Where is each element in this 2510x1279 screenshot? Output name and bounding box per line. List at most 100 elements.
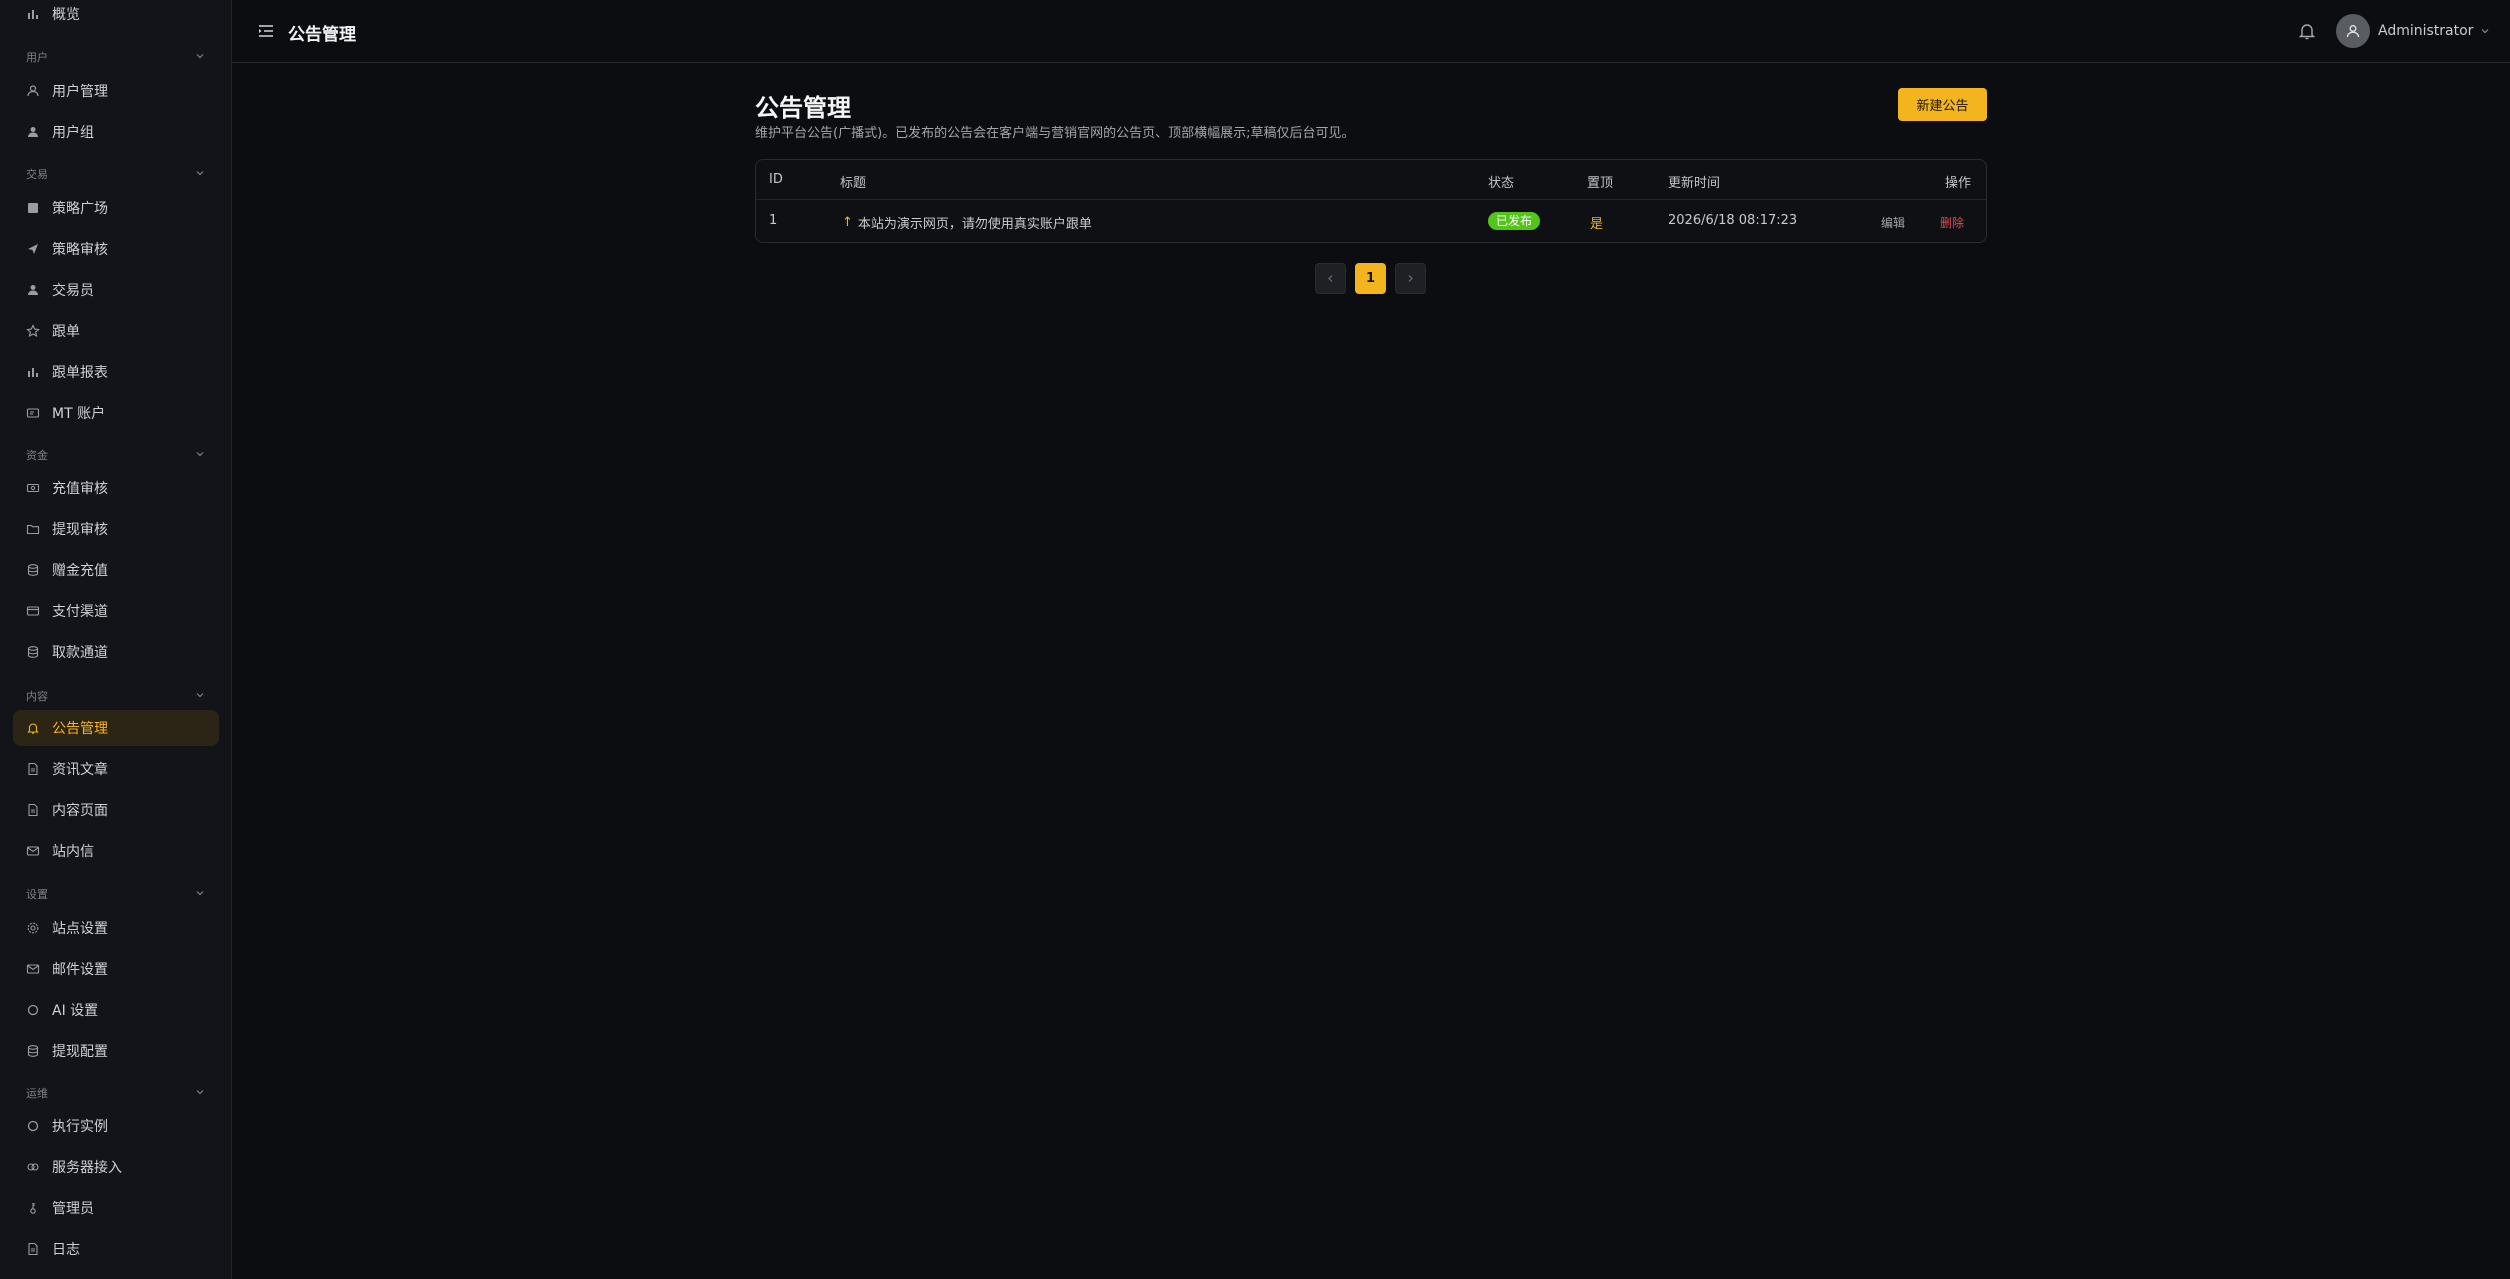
- sidebar-item-strategy-review[interactable]: 策略审核: [13, 231, 219, 267]
- sidebar-item-mt-accounts[interactable]: MT 账户: [13, 395, 219, 431]
- user-icon: [2346, 25, 2360, 38]
- sidebar-item-articles[interactable]: 资讯文章: [13, 751, 219, 787]
- section-label: 资金: [26, 449, 48, 462]
- chevron-down-icon: [194, 689, 206, 704]
- sidebar-item-label: 执行实例: [52, 1119, 108, 1135]
- sidebar-item-payment-channels[interactable]: 支付渠道: [13, 593, 219, 629]
- section-label: 交易: [26, 168, 48, 181]
- user-group-icon: [26, 125, 40, 139]
- link-icon: [26, 1160, 40, 1174]
- page-title: 公告管理: [755, 94, 851, 122]
- sidebar-item-deposit-review[interactable]: 充值审核: [13, 470, 219, 506]
- key-icon: [26, 1201, 40, 1215]
- sidebar-item-label: MT 账户: [52, 406, 106, 422]
- document-icon: [26, 1242, 40, 1256]
- sidebar-item-withdraw-config[interactable]: 提现配置: [13, 1033, 219, 1069]
- top-header: 公告管理 Administrator: [232, 0, 2510, 63]
- sidebar-item-mail-settings[interactable]: 邮件设置: [13, 951, 219, 987]
- sidebar-item-strategy-plaza[interactable]: 策略广场: [13, 190, 219, 226]
- sidebar-item-label: 跟单: [52, 324, 80, 340]
- cell-id: 1: [769, 213, 778, 228]
- sidebar-item-server-access[interactable]: 服务器接入: [13, 1149, 219, 1185]
- bell-icon: [26, 721, 40, 735]
- sidebar-item-announcements[interactable]: 公告管理: [13, 710, 219, 746]
- database-icon: [26, 645, 40, 659]
- pagination-prev-button[interactable]: [1315, 263, 1346, 294]
- sidebar-section-funds[interactable]: 资金: [26, 447, 206, 463]
- edit-link[interactable]: 编辑: [1881, 214, 1905, 231]
- sidebar-item-bonus-deposit[interactable]: 赠金充值: [13, 552, 219, 588]
- sidebar-item-label: 策略审核: [52, 242, 108, 258]
- sidebar-item-label: 用户管理: [52, 84, 108, 100]
- circle-icon: [26, 1119, 40, 1133]
- sidebar-item-label: AI 设置: [52, 1003, 99, 1019]
- sidebar-item-copy-report[interactable]: 跟单报表: [13, 354, 219, 390]
- sidebar-item-withdraw-review[interactable]: 提现审核: [13, 511, 219, 547]
- sidebar-item-label: 提现审核: [52, 522, 108, 538]
- sidebar-item-overview[interactable]: 概览: [13, 0, 219, 32]
- sidebar-item-messages[interactable]: 站内信: [13, 833, 219, 869]
- pagination-next-button[interactable]: [1395, 263, 1426, 294]
- section-label: 内容: [26, 690, 48, 703]
- sidebar-item-admins[interactable]: 管理员: [13, 1190, 219, 1226]
- sidebar-item-logs[interactable]: 日志: [13, 1231, 219, 1267]
- pinned-arrow-icon: ↑: [842, 215, 853, 230]
- bar-chart-icon: [26, 7, 40, 21]
- book-icon: [26, 201, 40, 215]
- sidebar-item-traders[interactable]: 交易员: [13, 272, 219, 308]
- money-icon: [26, 481, 40, 495]
- mail-icon: [26, 962, 40, 976]
- sidebar-item-label: 管理员: [52, 1201, 94, 1217]
- section-label: 用户: [26, 51, 48, 64]
- new-announcement-button[interactable]: 新建公告: [1898, 88, 1987, 121]
- send-icon: [26, 242, 40, 256]
- header-title: 公告管理: [288, 25, 356, 45]
- user-menu[interactable]: Administrator: [2336, 14, 2491, 48]
- sidebar-item-label: 用户组: [52, 125, 94, 141]
- sidebar-item-content-pages[interactable]: 内容页面: [13, 792, 219, 828]
- column-header-actions: 操作: [1945, 176, 1972, 191]
- status-badge: 已发布: [1488, 212, 1541, 230]
- sidebar-item-label: 资讯文章: [52, 762, 108, 778]
- sidebar-item-site-settings[interactable]: 站点设置: [13, 910, 219, 946]
- delete-link[interactable]: 删除: [1940, 214, 1964, 231]
- chevron-down-icon: [194, 887, 206, 902]
- column-header-title: 标题: [840, 176, 867, 191]
- avatar[interactable]: [2336, 14, 2370, 48]
- sidebar-item-ai-settings[interactable]: AI 设置: [13, 992, 219, 1028]
- chevron-down-icon: [194, 167, 206, 182]
- page-description: 维护平台公告(广播式)。已发布的公告会在客户端与营销官网的公告页、顶部横幅展示;…: [755, 126, 1355, 141]
- star-icon: [26, 324, 40, 338]
- sidebar-section-ops[interactable]: 运维: [26, 1085, 206, 1101]
- pagination-page-current[interactable]: 1: [1355, 263, 1386, 294]
- sidebar-item-label: 日志: [52, 1242, 80, 1258]
- section-label: 设置: [26, 888, 48, 901]
- menu-icon[interactable]: [256, 21, 276, 41]
- sidebar-item-label: 跟单报表: [52, 365, 108, 381]
- notification-bell-icon[interactable]: [2297, 21, 2317, 41]
- sidebar-item-copy-trading[interactable]: 跟单: [13, 313, 219, 349]
- sidebar-item-label: 内容页面: [52, 803, 108, 819]
- cell-status: 已发布: [1488, 212, 1541, 230]
- sidebar-section-settings[interactable]: 设置: [26, 886, 206, 902]
- sidebar-item-instances[interactable]: 执行实例: [13, 1108, 219, 1144]
- chevron-left-icon: [1328, 275, 1333, 282]
- sidebar-item-user-groups[interactable]: 用户组: [13, 114, 219, 150]
- sidebar-item-user-management[interactable]: 用户管理: [13, 73, 219, 109]
- chevron-down-icon: [194, 1086, 206, 1101]
- sidebar-section-trading[interactable]: 交易: [26, 166, 206, 182]
- sidebar-item-label: 策略广场: [52, 201, 108, 217]
- sidebar-item-label: 提现配置: [52, 1044, 108, 1060]
- cell-title: ↑ 本站为演示网页，请勿使用真实账户跟单: [842, 213, 1092, 232]
- sidebar-section-content[interactable]: 内容: [26, 688, 206, 704]
- user-icon: [26, 283, 40, 297]
- chevron-down-icon: [194, 50, 206, 65]
- section-label: 运维: [26, 1087, 48, 1100]
- announcements-table: ID 标题 状态 置顶 更新时间 操作 1 ↑ 本站为演示网页，请勿使用真实账户…: [755, 159, 1987, 243]
- sidebar-item-withdraw-channels[interactable]: 取款通道: [13, 634, 219, 670]
- sidebar-item-label: 公告管理: [52, 721, 108, 737]
- sidebar-section-users[interactable]: 用户: [26, 49, 206, 65]
- sidebar-item-label: 邮件设置: [52, 962, 108, 978]
- folder-icon: [26, 522, 40, 536]
- sidebar-item-label: 支付渠道: [52, 604, 108, 620]
